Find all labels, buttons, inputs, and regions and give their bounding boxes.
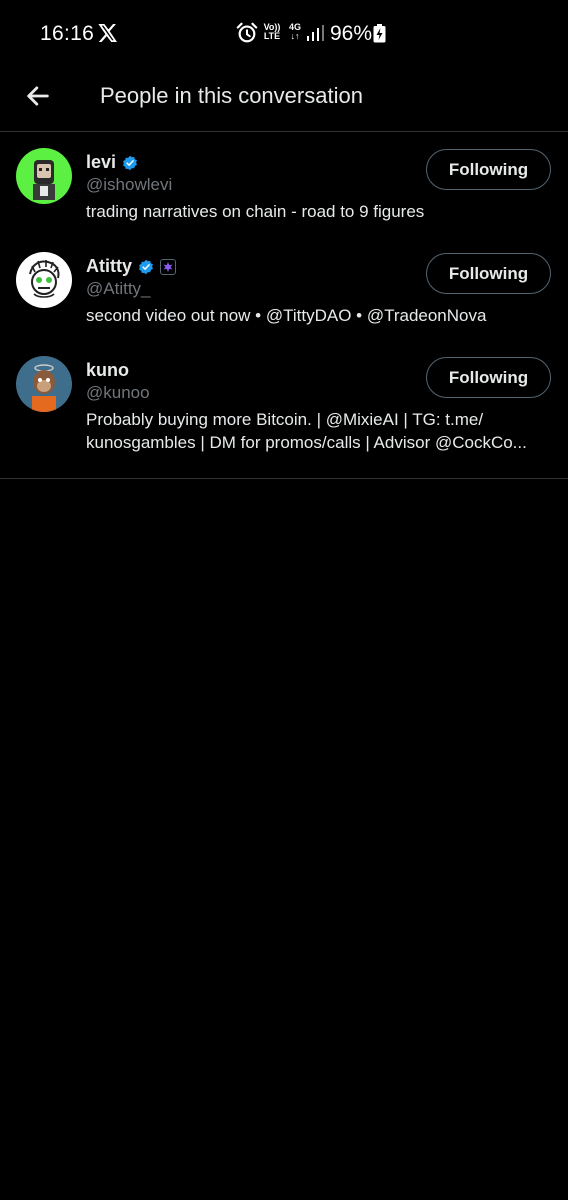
avatar[interactable] xyxy=(16,252,72,308)
network-4g-indicator: 4G ↓↑ xyxy=(286,23,304,41)
following-button[interactable]: Following xyxy=(426,357,551,398)
name-line: Atitty xyxy=(86,256,176,277)
x-logo-icon xyxy=(98,24,117,42)
people-list: levi @ishowlevi trading narratives on ch… xyxy=(0,132,568,479)
battery-charging-icon xyxy=(373,24,386,43)
battery-percent: 96% xyxy=(330,22,373,45)
user-handle: @kunoo xyxy=(86,383,150,402)
user-bio: Probably buying more Bitcoin. | @MixieAI… xyxy=(86,410,527,452)
user-handle: @ishowlevi xyxy=(86,175,173,194)
verified-badge-icon xyxy=(139,259,153,274)
display-name[interactable]: kuno xyxy=(86,360,129,381)
user-handle: @Atitty_ xyxy=(86,279,151,298)
volte-bottom-text: LTE xyxy=(263,31,281,41)
avatar[interactable] xyxy=(16,148,72,204)
status-bar: 16:16 Vo)) LTE 4G ↓↑ 96% xyxy=(0,0,568,66)
signal-strength-icon xyxy=(307,25,324,41)
list-item[interactable]: levi @ishowlevi trading narratives on ch… xyxy=(0,132,568,236)
page-title: People in this conversation xyxy=(100,83,363,108)
back-arrow-icon[interactable] xyxy=(24,82,52,110)
data-arrows-icon: ↓↑ xyxy=(290,31,300,41)
name-line: levi xyxy=(86,152,138,173)
following-button[interactable]: Following xyxy=(426,149,551,190)
alarm-icon xyxy=(236,22,258,43)
status-time: 16:16 xyxy=(40,22,95,45)
verified-badge-icon xyxy=(123,155,137,170)
display-name[interactable]: Atitty xyxy=(86,256,132,277)
page-header: People in this conversation xyxy=(0,66,568,132)
user-bio: trading narratives on chain - road to 9 … xyxy=(86,202,425,221)
list-item[interactable]: kuno @kunoo Probably buying more Bitcoin… xyxy=(0,340,568,464)
user-bio: second video out now • @TittyDAO • @Trad… xyxy=(86,306,487,325)
name-line: kuno xyxy=(86,360,129,381)
display-name[interactable]: levi xyxy=(86,152,116,173)
volte-indicator: Vo)) LTE xyxy=(262,23,282,41)
affiliate-badge-icon[interactable] xyxy=(160,258,176,275)
avatar[interactable] xyxy=(16,356,72,412)
following-button[interactable]: Following xyxy=(426,253,551,294)
list-item[interactable]: Atitty @Atitty_ second video out now • @… xyxy=(0,236,568,340)
